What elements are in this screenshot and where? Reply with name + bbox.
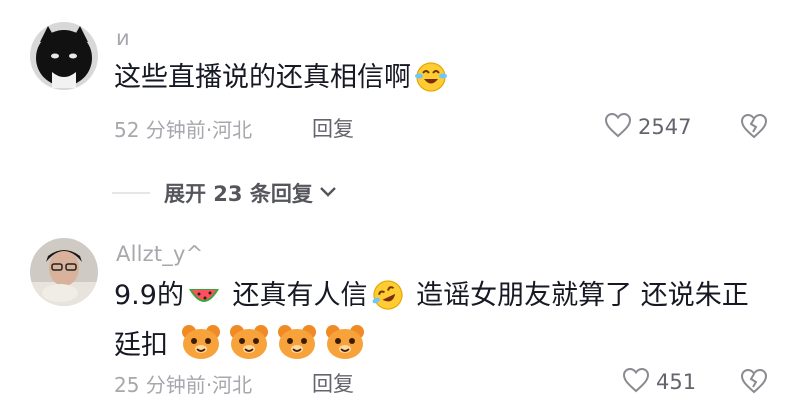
dislike-button[interactable]	[740, 113, 768, 143]
broken-heart-icon	[740, 113, 768, 143]
comment-location: ·河北	[205, 118, 253, 142]
heart-icon	[622, 367, 650, 397]
comment-text-part: 9.9的	[114, 280, 184, 311]
comment-text-part: 这些直播说的还真相信啊	[114, 62, 411, 93]
bear-emoji-icon	[276, 323, 318, 373]
avatar[interactable]	[30, 238, 98, 306]
reply-button[interactable]: 回复	[312, 368, 354, 398]
broken-heart-icon	[740, 368, 768, 398]
comment-time: 25 分钟前	[114, 373, 206, 397]
comment-text-part: 还真有人信	[232, 280, 368, 311]
expand-replies-button[interactable]: 展开 23 条回复	[112, 178, 337, 208]
chevron-down-icon	[319, 184, 337, 203]
watermelon-emoji-icon	[187, 281, 221, 323]
like-button[interactable]: 2547	[604, 112, 691, 142]
reply-button[interactable]: 回复	[312, 113, 354, 143]
comment-location: ·河北	[205, 373, 253, 397]
like-count: 451	[656, 370, 697, 394]
comment-text-part: 造谣女朋友就算了 还说朱正	[416, 280, 749, 311]
bear-emoji-icon	[324, 323, 366, 373]
laugh-cry-emoji-icon	[414, 61, 448, 105]
comment-meta: 25 分钟前·河北	[114, 369, 252, 398]
divider	[112, 192, 150, 194]
comment-meta: 52 分钟前·河北	[114, 114, 252, 143]
like-button[interactable]: 451	[622, 367, 696, 397]
heart-icon	[604, 112, 632, 142]
username[interactable]: и	[116, 26, 130, 50]
comment-text: 9.9的 还真有人信 造谣女朋友就算了 还说朱正 廷扣	[114, 276, 774, 373]
like-count: 2547	[638, 115, 692, 139]
bear-emoji-icon	[228, 323, 270, 373]
comment-text: 这些直播说的还真相信啊	[114, 58, 774, 105]
bear-emoji-icon	[180, 323, 222, 373]
comment-time: 52 分钟前	[114, 118, 206, 142]
rofl-emoji-icon	[371, 279, 405, 323]
avatar[interactable]	[30, 22, 98, 90]
expand-replies-label: 展开 23 条回复	[164, 182, 313, 206]
dislike-button[interactable]	[740, 368, 768, 398]
comment-text-part: 廷扣	[114, 330, 168, 361]
username[interactable]: Allzt_y^	[116, 242, 203, 266]
